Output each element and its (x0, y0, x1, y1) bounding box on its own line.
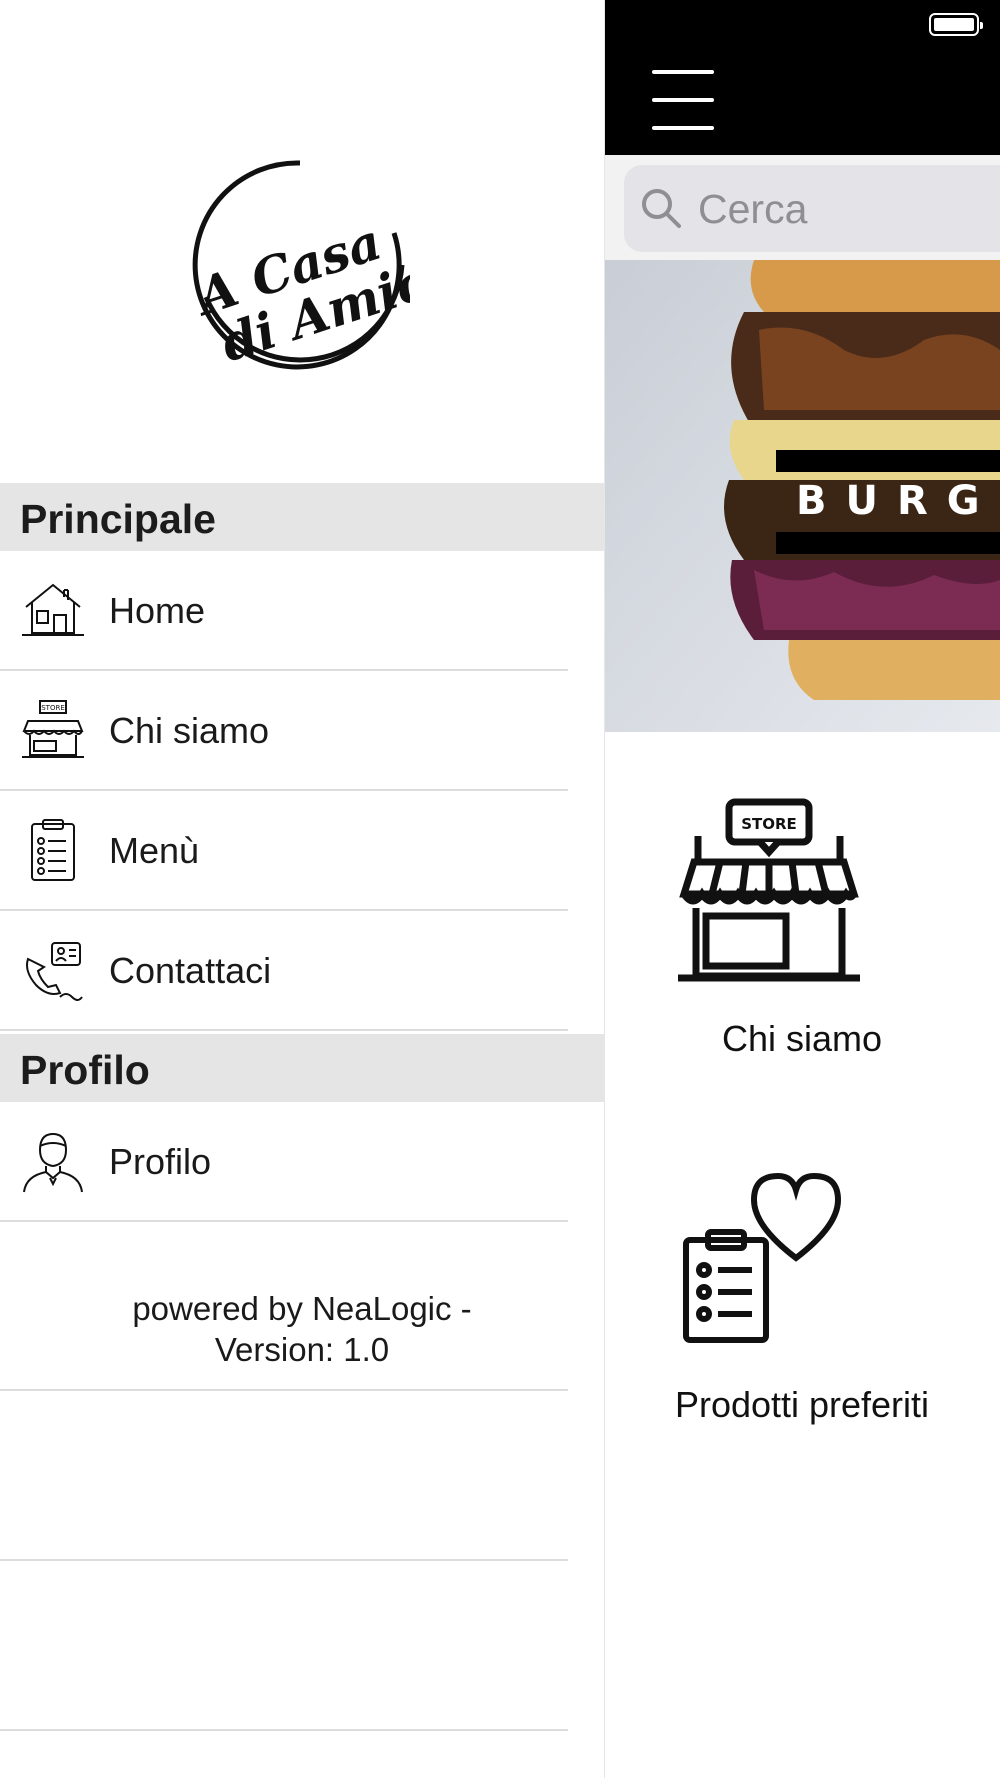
tile-chi-siamo[interactable]: STORE Chi siamo (604, 796, 1000, 1066)
search-input[interactable] (696, 165, 1000, 254)
sidebar-item-menu[interactable]: Menù (0, 791, 568, 911)
brand-logo-area: A Casa di Amici (0, 0, 604, 483)
sidebar-item-label: Contattaci (109, 950, 272, 991)
search-bar (604, 155, 1000, 260)
tile-label: Chi siamo (721, 1018, 883, 1059)
hero-title: BURG (796, 478, 999, 524)
search-icon (640, 187, 682, 234)
sidebar-item-home[interactable]: Home (0, 551, 568, 671)
section-header-profilo: Profilo (0, 1034, 604, 1102)
contact-phone-icon (20, 937, 86, 1003)
sidebar-item-contattaci[interactable]: Contattaci (0, 911, 568, 1031)
sidebar-item-label: Profilo (109, 1141, 212, 1182)
battery-icon (929, 13, 983, 36)
main-content: BURG STORE Chi siamo (604, 0, 1000, 1778)
user-icon (20, 1128, 86, 1194)
divider (0, 1559, 568, 1561)
store-icon: STORE (20, 697, 86, 763)
home-icon (20, 577, 86, 643)
sidebar-item-chi-siamo[interactable]: STORE Chi siamo (0, 671, 568, 791)
sidebar-item-profilo[interactable]: Profilo (0, 1102, 568, 1222)
favorite-list-icon (674, 1160, 864, 1355)
tile-label: Prodotti preferiti (674, 1384, 930, 1425)
section-header-principale: Principale (0, 483, 604, 551)
clipboard-list-icon (20, 817, 86, 883)
sidebar-item-label: Home (109, 590, 206, 631)
divider (0, 1729, 568, 1731)
hero-banner-image[interactable]: BURG (604, 260, 1000, 732)
search-field[interactable] (624, 165, 1000, 254)
version-text: Version: 1.0 (214, 1331, 390, 1368)
sidebar-item-label: Menù (109, 830, 200, 871)
navigation-bar (604, 0, 1000, 155)
side-drawer: A Casa di Amici Principale Home STORE Ch… (0, 0, 605, 1778)
store-sign-text: STORE (741, 815, 797, 833)
store-icon: STORE (674, 796, 864, 991)
svg-text:STORE: STORE (41, 704, 65, 712)
sidebar-item-label: Chi siamo (109, 710, 270, 751)
powered-by-text: powered by NeaLogic - (132, 1290, 472, 1327)
brand-logo: A Casa di Amici (190, 160, 410, 373)
hamburger-menu-icon[interactable] (652, 68, 714, 134)
version-footer: powered by NeaLogic - Version: 1.0 (0, 1288, 604, 1370)
divider (0, 1389, 568, 1391)
tile-prodotti-preferiti[interactable]: Prodotti preferiti (604, 1160, 1000, 1430)
